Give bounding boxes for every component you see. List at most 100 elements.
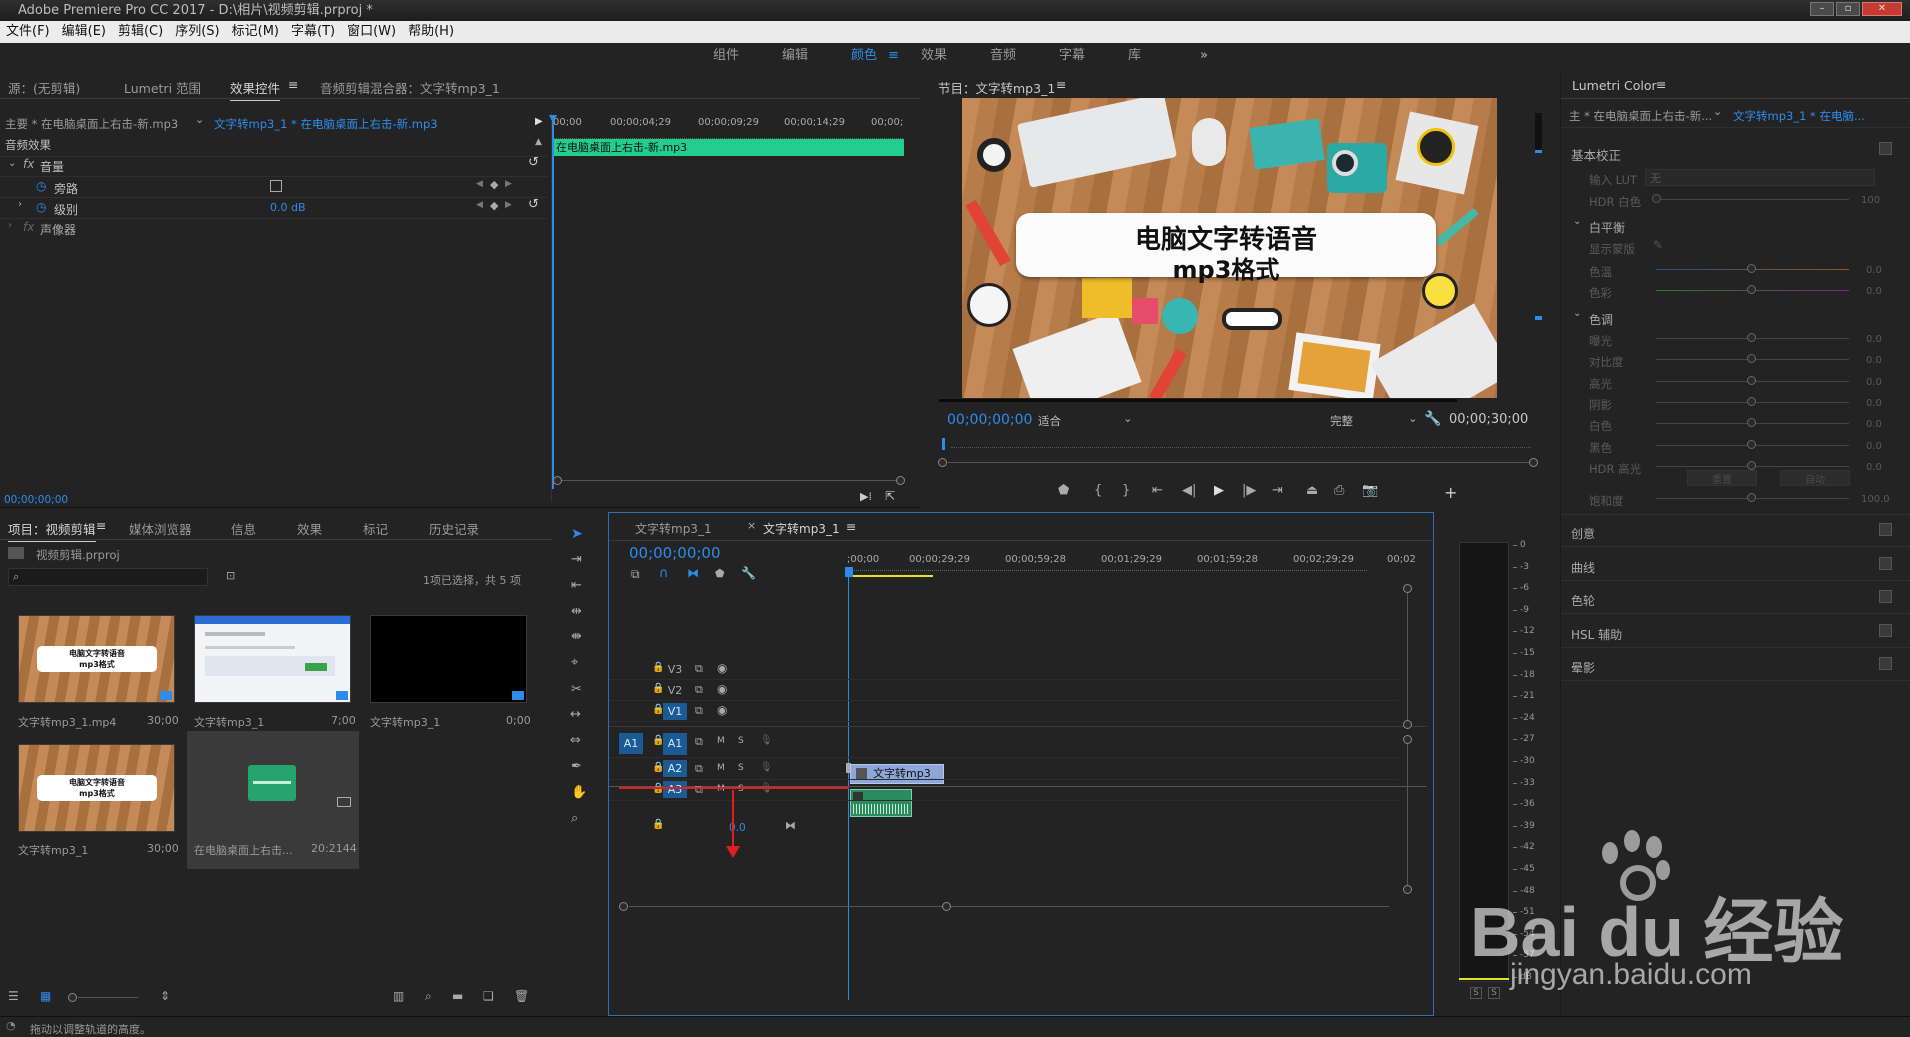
new-bin-from-search-icon[interactable]: ⊡ (226, 569, 235, 582)
lumetri-section-label[interactable]: 色轮 (1571, 592, 1595, 609)
track-target-a2[interactable]: A2 (663, 760, 687, 777)
close-button[interactable]: ✕ (1862, 2, 1902, 16)
chevron-down-icon[interactable]: ⌄ (1573, 308, 1581, 319)
thumbnail-1[interactable]: 电脑文字转语音 mp3格式 (18, 615, 175, 703)
sync-lock-icon[interactable]: ⧉ (695, 683, 703, 697)
find-icon[interactable]: ⌕ (425, 989, 432, 1004)
reset-icon[interactable]: ↺ (528, 197, 539, 212)
new-bin-icon[interactable]: ▬ (452, 989, 463, 1003)
program-timecode[interactable]: 00;00;00;00 (947, 412, 1032, 428)
wrench-icon[interactable]: 🔧 (1424, 411, 1441, 427)
tone-slider-handle[interactable] (1747, 418, 1756, 428)
basic-correction-checkbox[interactable] (1879, 142, 1892, 155)
tab-lumetri-scopes[interactable]: Lumetri 范围 (124, 78, 201, 97)
video-clip[interactable]: 文字转mp3_ (850, 764, 944, 784)
more-workspaces-icon[interactable]: » (1200, 43, 1208, 69)
zoom-handle-left[interactable] (938, 458, 947, 467)
input-lut-select[interactable]: 无 (1645, 169, 1875, 186)
tone-heading[interactable]: 色调 (1589, 311, 1613, 328)
workspace-effects[interactable]: 效果 (921, 43, 947, 69)
item-5-selected[interactable]: 在电脑桌面上右击... 20:2144 (187, 731, 359, 869)
mute-button[interactable]: M (717, 784, 725, 794)
thumbnail-2[interactable] (194, 615, 351, 703)
menu-edit[interactable]: 编辑(E) (56, 21, 112, 43)
white-balance-heading[interactable]: 白平衡 (1589, 219, 1625, 236)
tab-menu-icon[interactable]: ≡ (96, 518, 106, 533)
play-audio-icon[interactable]: ▶⁞ (860, 490, 872, 503)
fit-select[interactable]: 适合 ⌄ (1038, 411, 1138, 429)
razor-tool-icon[interactable]: ⌖ (571, 655, 578, 670)
next-keyframe-icon[interactable]: ▶ (505, 179, 512, 189)
item-4-name[interactable]: 文字转mp3_1 (18, 842, 88, 858)
add-keyframe-icon[interactable]: ◆ (490, 178, 498, 191)
zoom-handle-right[interactable] (1529, 458, 1538, 467)
add-button-icon[interactable]: + (1444, 483, 1457, 502)
tab-history[interactable]: 历史记录 (429, 519, 479, 538)
track-target-v1[interactable]: V1 (663, 703, 687, 720)
tone-slider-handle[interactable] (1747, 354, 1756, 364)
tab-menu-icon[interactable]: ≡ (1656, 77, 1666, 92)
microphone-icon[interactable]: 🎙 (760, 735, 773, 746)
sync-lock-icon[interactable]: ⧉ (695, 662, 703, 676)
export-frame-camera-icon[interactable]: 📷 (1362, 483, 1378, 498)
track-select-tool-icon[interactable]: ⇥ (571, 552, 582, 567)
vertical-scroll-mid[interactable] (1403, 720, 1412, 729)
tab-audio-clip-mixer[interactable]: 音频剪辑混合器：文字转mp3_1 (320, 78, 500, 97)
icon-view-icon[interactable]: ▦ (40, 989, 51, 1003)
lumetri-section-checkbox[interactable] (1879, 623, 1892, 637)
bypass-checkbox[interactable] (270, 180, 282, 192)
go-to-out-icon[interactable]: ⇥ (1272, 483, 1283, 498)
slip-tool-icon[interactable]: ↔ (570, 707, 581, 722)
temperature-slider[interactable] (1747, 264, 1756, 273)
tab-sequence-1[interactable]: 文字转mp3_1 (635, 520, 712, 537)
expand-chevron-icon[interactable]: › (18, 199, 22, 210)
tab-media-browser[interactable]: 媒体浏览器 (129, 519, 192, 538)
razor-blade-icon[interactable]: ✂ (571, 682, 582, 697)
horizontal-scroll-left[interactable] (619, 902, 628, 911)
sync-lock-icon[interactable]: ⧉ (695, 783, 703, 797)
maximize-button[interactable]: ▫ (1836, 2, 1860, 16)
lumetri-section-checkbox[interactable] (1879, 590, 1892, 603)
level-value[interactable]: 0.0 dB (270, 201, 306, 214)
solo-button[interactable]: S (738, 763, 744, 773)
basic-correction-heading[interactable]: 基本校正 (1571, 145, 1621, 164)
reset-icon[interactable]: ↺ (528, 155, 539, 170)
add-keyframe-icon[interactable]: ◆ (490, 199, 498, 212)
automate-to-sequence-icon[interactable]: ▥ (393, 989, 404, 1003)
effect-controls-timecode[interactable]: 00;00;00;00 (4, 494, 68, 506)
track-target-v2[interactable]: V2 (663, 682, 687, 699)
lumetri-section-checkbox[interactable] (1879, 657, 1892, 670)
program-scrubber[interactable] (951, 447, 1531, 455)
step-forward-icon[interactable]: |▶ (1242, 483, 1256, 498)
menu-help[interactable]: 帮助(H) (402, 21, 460, 43)
lumetri-section-checkbox[interactable] (1879, 523, 1892, 536)
hdr-white-slider[interactable] (1652, 194, 1661, 203)
tab-sequence-2[interactable]: 文字转mp3_1 (763, 520, 840, 541)
menu-clip[interactable]: 剪辑(C) (112, 21, 169, 43)
solo-right-button[interactable]: S (1488, 987, 1500, 999)
work-area-bar[interactable] (847, 575, 933, 577)
tab-markers[interactable]: 标记 (363, 519, 388, 538)
audio-clip[interactable] (850, 789, 912, 817)
chevron-down-icon[interactable]: ⌄ (1713, 105, 1722, 118)
expand-chevron-icon[interactable]: › (8, 220, 12, 231)
list-view-icon[interactable]: ☰ (8, 989, 19, 1003)
go-to-in-icon[interactable]: ⇤ (1152, 483, 1163, 498)
thumbnail-4[interactable]: 电脑文字转语音 mp3格式 (18, 744, 175, 832)
snap-icon[interactable]: ∩ (659, 566, 669, 581)
item-3-name[interactable]: 文字转mp3_1 (370, 714, 440, 730)
stopwatch-icon[interactable]: ◷ (36, 179, 46, 193)
sync-lock-icon[interactable]: ⧉ (695, 735, 703, 749)
step-back-icon[interactable]: ◀| (1182, 483, 1196, 498)
sync-lock-icon[interactable]: ⧉ (695, 704, 703, 718)
horizontal-scroll-right[interactable] (942, 902, 951, 911)
mute-button[interactable]: M (717, 763, 725, 773)
lumetri-title[interactable]: Lumetri Color (1572, 78, 1657, 93)
microphone-icon[interactable]: 🎙 (760, 762, 773, 773)
lumetri-section-label[interactable]: 创意 (1571, 525, 1595, 542)
lumetri-section-checkbox[interactable] (1879, 556, 1892, 570)
add-marker-icon[interactable]: ⬟ (1058, 483, 1069, 498)
mark-out-icon[interactable]: } (1122, 483, 1130, 498)
ripple-edit-tool-icon[interactable]: ⇤ (571, 578, 582, 593)
eye-icon[interactable]: ◉ (717, 682, 727, 696)
